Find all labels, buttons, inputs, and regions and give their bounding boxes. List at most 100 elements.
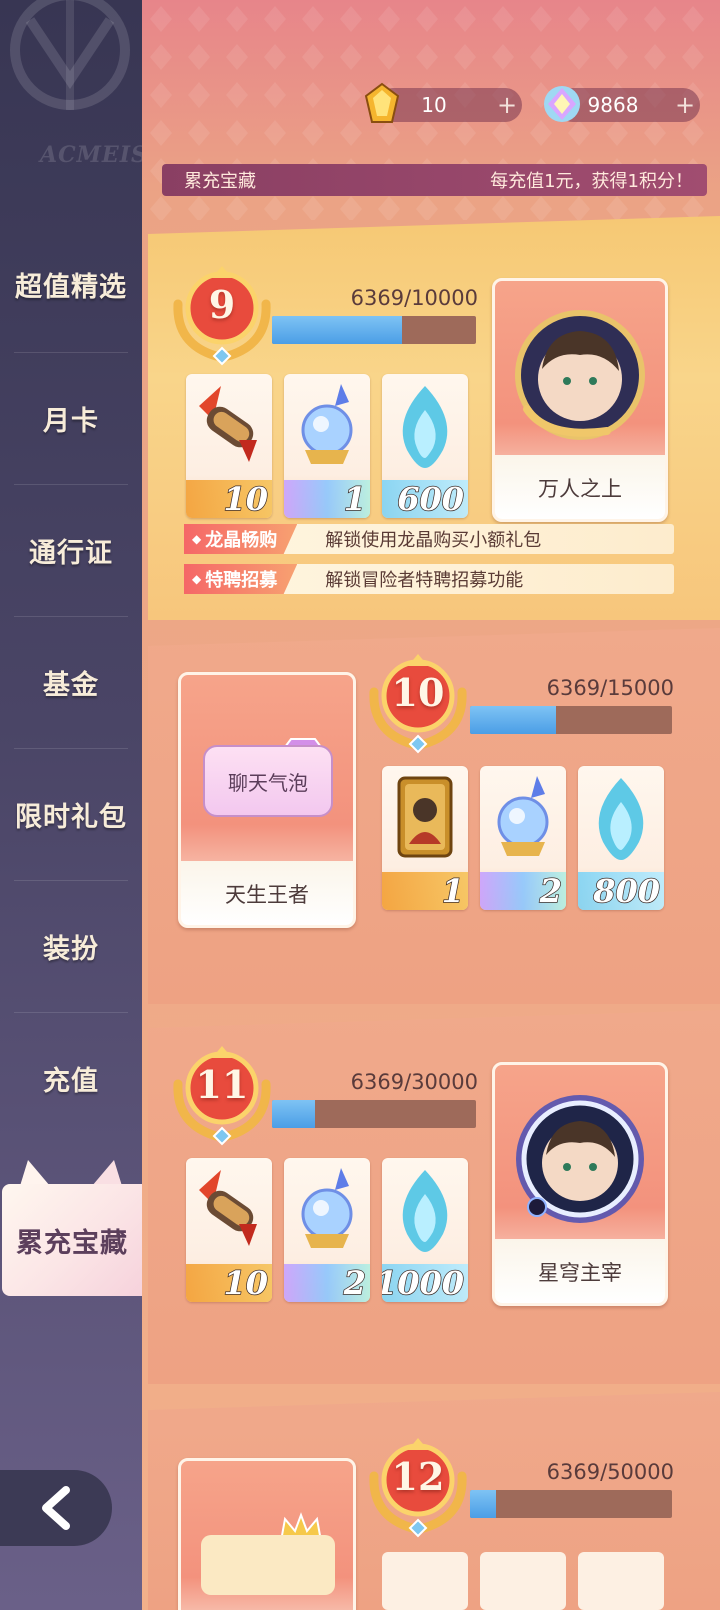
- feature-unlock-row: ◆ 龙晶畅购 解锁使用龙晶购买小额礼包: [184, 524, 674, 554]
- logo-text: ACMEIS: [40, 142, 148, 168]
- scroll-icon: [199, 1170, 257, 1246]
- tier-level: 11: [195, 1062, 249, 1107]
- item-quantity: 1: [441, 871, 465, 910]
- reward-item-scroll[interactable]: 10: [186, 1158, 272, 1302]
- sidebar-item-dressup[interactable]: 装扮: [0, 880, 142, 1013]
- progress-bar: [470, 1490, 672, 1518]
- progress-bar: [470, 706, 672, 734]
- banner-title: 累充宝藏: [184, 171, 256, 192]
- sidebar-item-recharge[interactable]: 充值: [0, 1012, 142, 1145]
- add-currency-button[interactable]: +: [492, 91, 522, 119]
- blue-flame-icon: [598, 778, 644, 860]
- tier-card-12: 12 6369/50000: [148, 1392, 720, 1610]
- hero-card-icon: [397, 776, 453, 858]
- avatar-frame-portrait-icon: [515, 310, 645, 440]
- feature-tag: ◆ 特聘招募: [184, 564, 298, 594]
- blue-flame-icon: [402, 1170, 448, 1252]
- chat-bubble-preview: [201, 1535, 335, 1595]
- blue-flame-icon: [402, 386, 448, 468]
- feature-description: 解锁冒险者特聘招募功能: [325, 570, 524, 591]
- progress-bar: [272, 1100, 476, 1128]
- sidebar: ACMEIS 超值精选 月卡 通行证 基金 限时礼包 装扮 充值 累充宝藏: [0, 0, 147, 1610]
- banner-note: 每充值1元，获得1积分！: [490, 171, 693, 192]
- progress-fill: [272, 1100, 316, 1128]
- progress-fill: [470, 1490, 496, 1518]
- currency-gold-crystal[interactable]: 10 +: [364, 82, 522, 123]
- progress-bar: [272, 316, 476, 344]
- feature-tag: ◆ 龙晶畅购: [184, 524, 298, 554]
- crystal-orb-icon: [497, 776, 549, 856]
- reward-avatar-frame-card[interactable]: 万人之上: [492, 278, 668, 522]
- sidebar-item-monthly-card[interactable]: 月卡: [0, 352, 142, 485]
- tier-badge: 11: [166, 1044, 278, 1148]
- crystal-orb-icon: [301, 1168, 353, 1248]
- sidebar-item-label: 累充宝藏: [16, 1227, 128, 1259]
- chat-bubble-preview: 聊天气泡: [203, 745, 333, 817]
- reward-item-blue-flame[interactable]: 1000: [382, 1158, 468, 1302]
- sidebar-item-premium-selection[interactable]: 超值精选: [0, 218, 142, 351]
- reward-item-blue-flame[interactable]: 800: [578, 766, 664, 910]
- tier-level: 10: [391, 670, 445, 715]
- reward-item-blue-flame[interactable]: 600: [382, 374, 468, 518]
- main-panel: 10 + 9868 + 累充宝藏 每充值1元，获得1积分！ 9 6369/100…: [142, 0, 720, 1610]
- scroll-icon: [199, 386, 257, 462]
- reward-card-partial[interactable]: [178, 1458, 356, 1610]
- item-quantity: 800: [592, 871, 660, 910]
- add-currency-button[interactable]: +: [670, 91, 700, 119]
- reward-chat-bubble-card[interactable]: 聊天气泡 天生王者: [178, 672, 356, 928]
- sidebar-item-label: 通行证: [29, 538, 113, 569]
- sidebar-item-label: 限时礼包: [15, 802, 127, 833]
- avatar-frame-portrait-icon: [516, 1095, 644, 1223]
- tier-badge: 10: [362, 652, 474, 756]
- crystal-orb-icon: [301, 384, 353, 464]
- game-logo: ACMEIS: [0, 0, 147, 180]
- sidebar-item-label: 充值: [43, 1066, 99, 1097]
- sidebar-item-label: 超值精选: [15, 272, 127, 303]
- reward-item-hero-card[interactable]: 1: [382, 766, 468, 910]
- reward-item-partial[interactable]: [382, 1552, 468, 1610]
- currency-rainbow-gem[interactable]: 9868 +: [544, 86, 700, 122]
- cat-ear-decoration-icon: [20, 1160, 50, 1186]
- progress-text: 6369/10000: [350, 286, 478, 310]
- tier-card-11: 11 6369/30000 10 2 1000 星穹主宰: [148, 1010, 720, 1384]
- item-quantity: 2: [343, 1263, 367, 1302]
- reward-name: 万人之上: [538, 477, 622, 501]
- sidebar-item-limited-pack[interactable]: 限时礼包: [0, 748, 142, 881]
- progress-text: 6369/50000: [546, 1460, 674, 1484]
- chevron-left-icon: [42, 1486, 70, 1530]
- tier-badge: 12: [362, 1436, 474, 1540]
- feature-tag-label: 龙晶畅购: [205, 530, 278, 551]
- back-button[interactable]: [0, 1470, 112, 1546]
- gold-crystal-icon: [364, 82, 400, 123]
- diamond-bullet-icon: ◆: [192, 572, 202, 586]
- progress-text: 6369/15000: [546, 676, 674, 700]
- progress-fill: [272, 316, 402, 344]
- reward-name: 星穹主宰: [538, 1261, 622, 1285]
- reward-name: 天生王者: [225, 883, 309, 907]
- sidebar-item-fund[interactable]: 基金: [0, 616, 142, 749]
- reward-item-crystal-orb[interactable]: 2: [480, 766, 566, 910]
- item-quantity: 10: [223, 479, 269, 518]
- progress-text: 6369/30000: [350, 1070, 478, 1094]
- reward-item-crystal-orb[interactable]: 2: [284, 1158, 370, 1302]
- sidebar-item-pass[interactable]: 通行证: [0, 484, 142, 617]
- reward-item-partial[interactable]: [578, 1552, 664, 1610]
- reward-avatar-frame-card[interactable]: 星穹主宰: [492, 1062, 668, 1306]
- sidebar-item-cumulative-treasure[interactable]: 累充宝藏: [2, 1184, 142, 1296]
- tier-card-10: 聊天气泡 天生王者 10 6369/15000 1 2 800: [148, 628, 720, 1004]
- sidebar-item-label: 装扮: [43, 934, 99, 965]
- item-quantity: 1000: [382, 1263, 465, 1302]
- item-quantity: 2: [539, 871, 563, 910]
- item-quantity: 1: [343, 479, 367, 518]
- item-quantity: 600: [396, 479, 464, 518]
- feature-tag-label: 特聘招募: [205, 570, 278, 591]
- diamond-bullet-icon: ◆: [192, 532, 202, 546]
- sidebar-item-label: 基金: [43, 670, 99, 701]
- reward-item-scroll[interactable]: 10: [186, 374, 272, 518]
- progress-fill: [470, 706, 556, 734]
- logo-emblem-icon: [10, 0, 130, 110]
- reward-item-crystal-orb[interactable]: 1: [284, 374, 370, 518]
- tier-level: 9: [208, 282, 236, 327]
- reward-item-partial[interactable]: [480, 1552, 566, 1610]
- cat-ear-decoration-icon: [92, 1160, 122, 1186]
